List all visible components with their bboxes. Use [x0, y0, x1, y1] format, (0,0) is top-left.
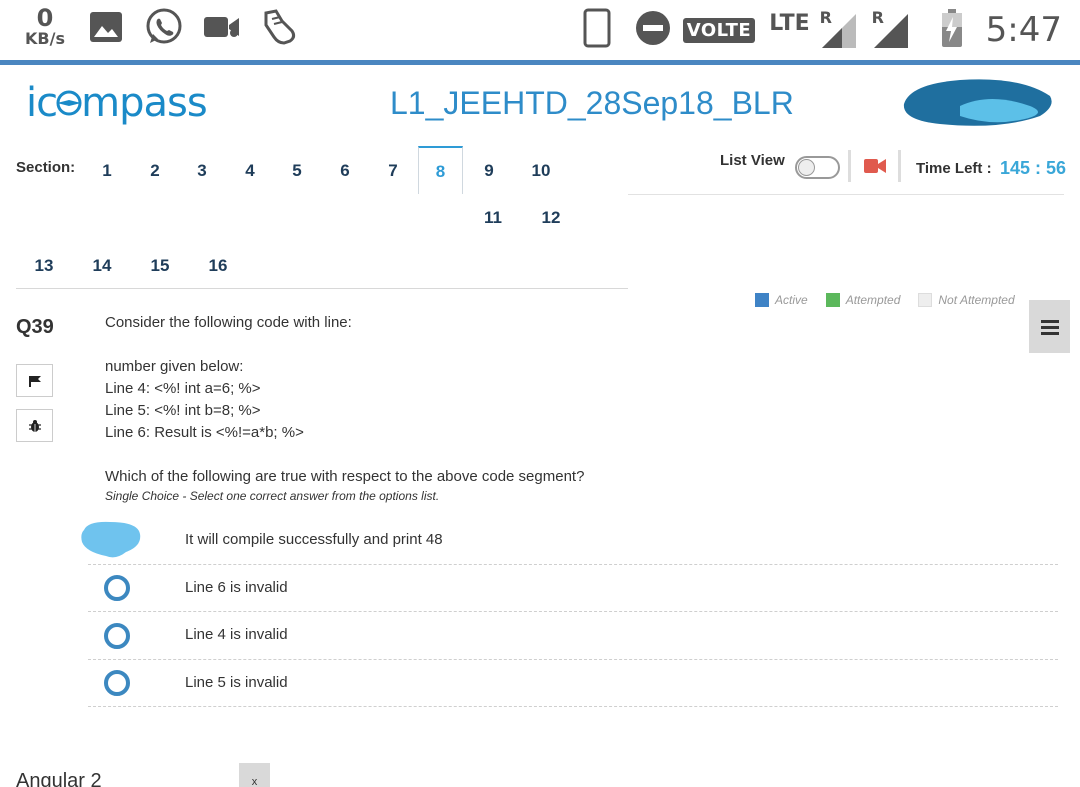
question-code-line: Line 5: <%! int b=8; %>	[105, 402, 261, 419]
hamburger-menu-button[interactable]	[1029, 300, 1070, 353]
gallery-icon	[86, 7, 126, 47]
option-1-label[interactable]: It will compile successfully and print 4…	[185, 531, 443, 548]
section-label: Section:	[16, 159, 76, 176]
shoe-icon	[260, 7, 300, 47]
option-divider	[88, 659, 1058, 660]
legend-label-not-attempted: Not Attempted	[938, 293, 1015, 307]
bug-icon	[28, 419, 41, 432]
battery-charging-icon	[940, 8, 964, 53]
time-left-value: 145 : 56	[1000, 158, 1067, 178]
icompass-logo: ic mpass	[26, 80, 208, 126]
legend-attempted: Attempted	[825, 293, 901, 307]
section-tab-6[interactable]: 6	[325, 161, 365, 181]
section-tab-12[interactable]: 12	[531, 208, 571, 228]
option-divider	[88, 611, 1058, 612]
exam-title: L1_JEEHTD_28Sep18_BLR	[390, 85, 794, 121]
video-call-icon	[202, 7, 242, 47]
section-tab-11[interactable]: 11	[473, 208, 513, 228]
list-view-toggle[interactable]	[795, 156, 840, 179]
option-divider	[88, 564, 1058, 565]
network-speed-value: 0	[36, 4, 54, 32]
section-tab-5[interactable]: 5	[277, 161, 317, 181]
option-3-label[interactable]: Line 4 is invalid	[185, 626, 288, 643]
legend-label-active: Active	[775, 293, 808, 307]
section-tab-10[interactable]: 10	[521, 161, 561, 181]
section-tab-8[interactable]: 8	[418, 146, 463, 194]
legend-label-attempted: Attempted	[845, 293, 901, 307]
option-divider	[88, 706, 1058, 707]
status-legend: Active Attempted Not Attempted	[755, 293, 1033, 307]
volte-badge: VOLTE	[682, 17, 756, 43]
option-2-label[interactable]: Line 6 is invalid	[185, 579, 288, 596]
option-4-radio[interactable]	[104, 670, 130, 696]
section-tab-4[interactable]: 4	[230, 161, 270, 181]
section-tab-2[interactable]: 2	[135, 161, 175, 181]
toolbar-separator	[898, 150, 901, 182]
question-hint: Single Choice - Select one correct answe…	[105, 489, 440, 503]
section-tab-16[interactable]: 16	[198, 256, 238, 276]
section-tab-14[interactable]: 14	[82, 256, 122, 276]
brand-logo	[900, 76, 1056, 135]
do-not-disturb-icon	[635, 10, 671, 51]
section-tab-13[interactable]: 13	[24, 256, 64, 276]
legend-swatch-not-attempted	[918, 293, 933, 307]
toolbar-separator	[848, 150, 851, 182]
signal-icon: R	[820, 8, 860, 50]
section-divider	[16, 288, 628, 289]
logo-text-suffix: mpass	[81, 80, 208, 126]
signal-icon: R	[872, 8, 912, 50]
question-number: Q39	[16, 316, 54, 338]
question-text-line: Consider the following code with line:	[105, 314, 352, 331]
option-1-radio[interactable]	[80, 520, 142, 565]
legend-not-attempted: Not Attempted	[918, 293, 1015, 307]
whatsapp-icon	[144, 7, 184, 47]
report-bug-button[interactable]	[16, 409, 53, 442]
section-tab-1[interactable]: 1	[87, 161, 127, 181]
legend-swatch-active	[755, 293, 769, 307]
question-code-line: Line 6: Result is <%!=a*b; %>	[105, 424, 304, 441]
section-tab-9[interactable]: 9	[469, 161, 509, 181]
logo-text-prefix: ic	[26, 80, 58, 126]
close-button[interactable]: x	[239, 763, 270, 787]
status-clock: 5:47	[985, 10, 1062, 50]
compass-icon	[56, 90, 82, 116]
section-tab-3[interactable]: 3	[182, 161, 222, 181]
footer-topic-label: Angular 2	[16, 770, 102, 787]
hamburger-icon	[1040, 319, 1059, 335]
flag-question-button[interactable]	[16, 364, 53, 397]
phone-outline-icon	[583, 8, 611, 53]
option-3-radio[interactable]	[104, 623, 130, 649]
list-view-label: List View	[720, 152, 785, 169]
question-text-line: number given below:	[105, 358, 244, 375]
network-speed-unit: KB/s	[25, 29, 65, 48]
section-tab-7[interactable]: 7	[373, 161, 413, 181]
header-divider	[0, 60, 1080, 65]
legend-active: Active	[755, 293, 808, 307]
video-camera-icon[interactable]	[864, 158, 886, 179]
network-speed: 0 KB/s	[22, 6, 68, 47]
lte-label: LTE	[769, 10, 810, 36]
toolbar-divider	[628, 194, 1064, 195]
flag-icon	[28, 375, 41, 387]
option-2-radio[interactable]	[104, 575, 130, 601]
toggle-knob	[798, 159, 815, 176]
question-prompt: Which of the following are true with res…	[105, 468, 585, 485]
legend-swatch-attempted	[825, 293, 840, 307]
time-left-label: Time Left :	[916, 160, 992, 177]
option-4-label[interactable]: Line 5 is invalid	[185, 674, 288, 691]
status-bar: 0 KB/s VOLTE LTE R R 5:47	[0, 0, 1080, 60]
question-code-line: Line 4: <%! int a=6; %>	[105, 380, 261, 397]
section-tab-15[interactable]: 15	[140, 256, 180, 276]
